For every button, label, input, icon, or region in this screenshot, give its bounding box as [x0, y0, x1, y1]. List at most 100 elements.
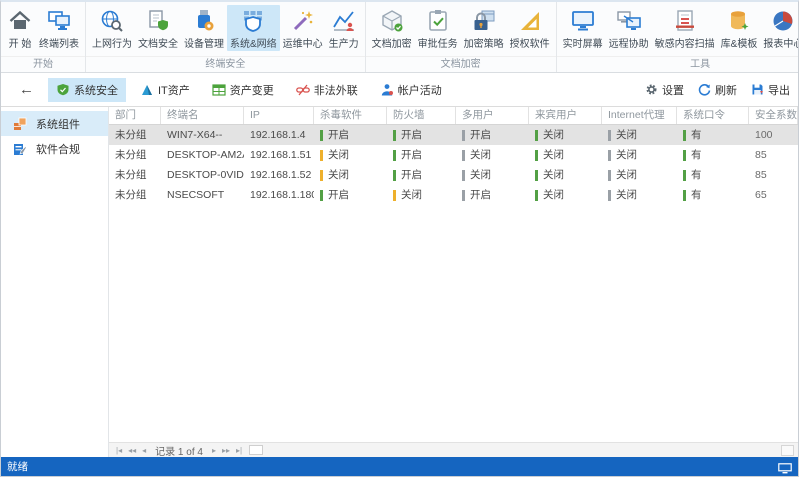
column-header-password[interactable]: 系统口令	[677, 107, 749, 124]
ribbon-item-doc-encrypt[interactable]: 文档加密	[369, 5, 415, 51]
sidebar-item-software-compliance[interactable]: 软件合规	[1, 136, 108, 161]
sidebar-item-label: 系统组件	[36, 118, 80, 131]
ribbon-group-label: 工具	[556, 56, 798, 72]
ribbon-item-label: 审批任务	[417, 39, 458, 50]
column-header-dept[interactable]: 部门	[109, 107, 161, 124]
tab-account-activity[interactable]: 帐户活动	[372, 78, 450, 102]
record-count-text: 记录 1 of 4	[155, 446, 203, 458]
productivity-chart-icon	[331, 8, 357, 34]
sidebar-item-label: 软件合规	[36, 143, 80, 156]
ribbon-item-doc-security[interactable]: 文档安全	[135, 5, 181, 51]
ribbon-group-label: 文档加密	[365, 56, 556, 72]
column-header-antivirus[interactable]: 杀毒软件	[314, 107, 387, 124]
ribbon-item-ops-center[interactable]: 运维中心	[280, 5, 326, 51]
tab-illegal-connection[interactable]: 非法外联	[288, 78, 366, 102]
refresh-button[interactable]: 刷新	[698, 82, 737, 98]
cell-multiuser: 开启	[456, 125, 529, 145]
action-label: 导出	[768, 84, 790, 97]
pager-edit-box[interactable]	[249, 445, 264, 455]
column-header-score[interactable]: 安全系数	[749, 107, 798, 124]
first-page-icon[interactable]: |◂	[113, 444, 125, 457]
cell-password: 有	[677, 185, 749, 205]
screen-status-icon[interactable]	[778, 461, 792, 474]
cell-dept: 未分组	[115, 189, 147, 201]
ribbon-item-encrypt-policy[interactable]: 加密策略	[461, 5, 507, 51]
column-header-guest[interactable]: 来宾用户	[529, 107, 602, 124]
last-page-icon[interactable]: ▸|	[233, 444, 245, 457]
ribbon-item-label: 生产力	[328, 39, 359, 50]
encrypt-cube-icon	[379, 8, 405, 34]
asset-triangle-icon	[140, 83, 154, 97]
ribbon-group-label: 开始	[1, 56, 85, 72]
tab-label: 帐户活动	[397, 84, 442, 97]
ribbon-item-device-mgmt[interactable]: 设备管理	[181, 5, 227, 51]
cell-ip: 192.168.1.180	[250, 189, 314, 201]
ribbon-item-content-scan[interactable]: 敏感内容扫描	[652, 5, 718, 51]
cell-guest: 关闭	[529, 165, 602, 185]
table-row[interactable]: 未分组 DESKTOP-AM2AGL3 192.168.1.51 关闭 开启 关…	[109, 145, 798, 165]
cell-password: 有	[677, 165, 749, 185]
cell-multiuser: 关闭	[456, 165, 529, 185]
doc-security-icon	[145, 8, 171, 34]
sidebar-item-system-components[interactable]: 系统组件	[1, 111, 108, 136]
cell-password: 有	[677, 125, 749, 145]
ribbon-item-web-behavior[interactable]: 上网行为	[89, 5, 135, 51]
ribbon-item-start[interactable]: 开 始	[4, 5, 36, 51]
cell-dept: 未分组	[115, 149, 147, 161]
status-bar	[393, 189, 396, 201]
column-header-firewall[interactable]: 防火墙	[387, 107, 456, 124]
table-row[interactable]: 未分组 WIN7-X64-- 192.168.1.4 开启 开启 开启 关闭 关…	[109, 125, 798, 145]
account-person-icon	[380, 83, 394, 97]
back-button[interactable]: ←	[11, 79, 42, 100]
tab-label: 非法外联	[313, 84, 358, 97]
table-row[interactable]: 未分组 DESKTOP-0VIDMDJ 192.168.1.52 关闭 开启 关…	[109, 165, 798, 185]
ops-wand-icon	[290, 8, 316, 34]
table-row[interactable]: 未分组 NSECSOFT 192.168.1.180 开启 关闭 开启 关闭 关…	[109, 185, 798, 205]
cell-terminal: DESKTOP-0VIDMDJ	[167, 169, 244, 181]
column-header-proxy[interactable]: Internet代理	[602, 107, 677, 124]
prev-page-icon[interactable]: ◂	[139, 444, 149, 457]
action-label: 刷新	[715, 84, 737, 97]
ribbon-item-terminal-list[interactable]: 终端列表	[36, 5, 82, 51]
ribbon-group-tools: 实时屏幕 远程协助 敏感内容扫描 库&模板 报表中心	[556, 2, 798, 72]
status-bar	[683, 169, 686, 181]
cell-ip: 192.168.1.51	[250, 149, 312, 161]
ribbon-item-report-center[interactable]: 报表中心	[760, 5, 798, 51]
scrollbar-corner[interactable]	[781, 444, 794, 456]
ribbon-item-system-network[interactable]: 系统&网络	[227, 5, 280, 51]
status-bar	[462, 129, 465, 141]
ribbon-item-licensed-software[interactable]: 授权软件	[507, 5, 553, 51]
next-page-icon[interactable]: ▸	[209, 444, 219, 457]
ribbon-group-endpoint-security: 上网行为 文档安全 设备管理 系统&网络 运维中心 生产力 终端安全	[86, 2, 366, 72]
ribbon-item-approval-tasks[interactable]: 审批任务	[415, 5, 461, 51]
tab-it-assets[interactable]: IT资产	[132, 78, 198, 102]
ribbon-item-realtime-screen[interactable]: 实时屏幕	[560, 5, 606, 51]
ribbon-item-library-template[interactable]: 库&模板	[718, 5, 761, 51]
export-icon	[751, 83, 764, 96]
tab-system-security[interactable]: 系统安全	[48, 77, 126, 102]
ribbon-item-label: 运维中心	[282, 39, 323, 50]
next-group-icon[interactable]: ▸▸	[219, 444, 233, 457]
tab-asset-change[interactable]: 资产变更	[204, 78, 282, 102]
cell-antivirus: 开启	[314, 185, 387, 205]
ribbon-item-productivity[interactable]: 生产力	[326, 5, 362, 51]
status-bar: 就绪	[1, 457, 798, 476]
column-header-terminal[interactable]: 终端名	[161, 107, 244, 124]
cell-antivirus: 关闭	[314, 145, 387, 165]
refresh-icon	[698, 83, 711, 96]
status-bar	[608, 129, 611, 141]
column-header-ip[interactable]: IP	[244, 107, 314, 124]
ribbon-item-label: 报表中心	[763, 39, 798, 50]
grid-empty-area	[109, 205, 798, 442]
tab-label: IT资产	[158, 84, 190, 97]
content-scan-icon	[672, 8, 698, 34]
cell-antivirus: 开启	[314, 125, 387, 145]
app-window: 开 始 终端列表 开始 上网行为 文档安全 设备管理 系统&网络 运维中心 生产…	[0, 0, 799, 477]
prev-group-icon[interactable]: ◂◂	[125, 444, 139, 457]
column-header-multiuser[interactable]: 多用户	[456, 107, 529, 124]
ribbon-item-remote-assist[interactable]: 远程协助	[606, 5, 652, 51]
export-button[interactable]: 导出	[751, 82, 790, 98]
status-bar	[320, 129, 323, 141]
settings-button[interactable]: 设置	[645, 82, 684, 98]
ribbon-group-start: 开 始 终端列表 开始	[1, 2, 86, 72]
